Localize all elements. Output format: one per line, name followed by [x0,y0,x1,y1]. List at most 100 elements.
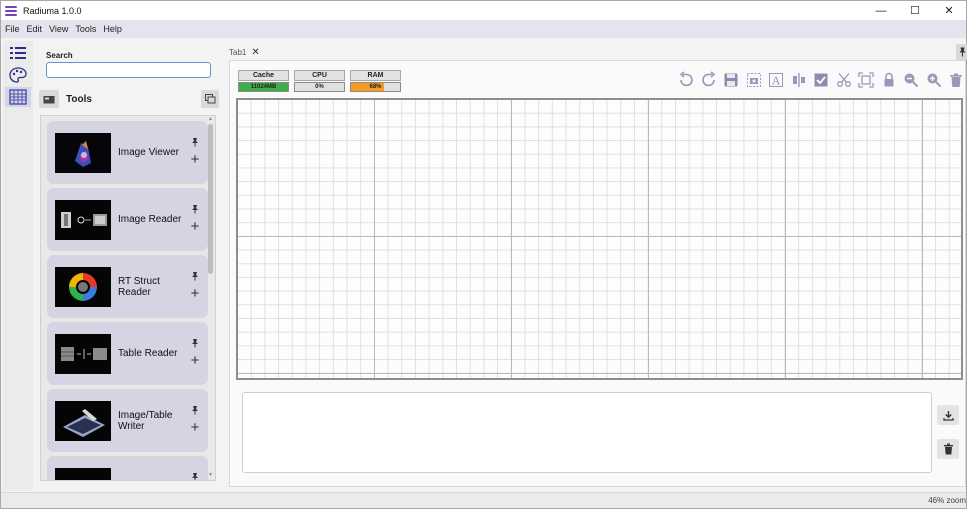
cpu-label: CPU [294,70,345,81]
tools-list[interactable]: Image Viewer + Image Reader + RT Struct … [40,115,216,481]
menu-bar: File Edit View Tools Help [1,20,966,38]
status-bar: 46% zoom [1,492,966,508]
title-bar: Radiuma 1.0.0 — ☐ ✕ [1,1,966,20]
check-icon[interactable] [810,69,832,91]
trash-icon[interactable] [945,69,967,91]
ram-meter: RAM 68% [350,70,401,92]
detach-panel-button[interactable] [201,90,219,108]
app-logo-icon [5,5,17,16]
tab-bar: Tab1 ✕ [227,44,967,60]
window-controls: — ☐ ✕ [864,1,966,20]
palette-icon[interactable] [5,65,31,85]
cache-meter: Cache 11024MB [238,70,289,92]
add-tool-icon[interactable]: + [188,152,202,167]
image-table-writer-thumbnail [55,401,111,441]
tools-panel: Search Tools Image Viewer + Image Reader… [36,47,219,487]
scissors-icon[interactable] [833,69,855,91]
grid-icon[interactable] [5,87,31,107]
menu-help[interactable]: Help [100,24,125,34]
tool-card-table-reader[interactable]: Table Reader + [47,322,208,385]
tool-name: Image Viewer [118,147,179,158]
download-log-button[interactable] [937,405,959,425]
add-tool-icon[interactable]: + [188,353,202,368]
download-icon [942,410,954,421]
table-reader-thumbnail [55,334,111,374]
zoom-in-icon[interactable] [923,69,945,91]
log-output[interactable] [242,392,932,473]
pin-icon [959,47,965,57]
cpu-bar: 0% [294,82,345,92]
detach-icon [204,94,215,104]
tool-card-image-reader[interactable]: Image Reader + [47,188,208,251]
pipeline-canvas[interactable] [236,98,963,380]
tool-name: RT Struct Reader [118,275,160,298]
pin-icon[interactable] [190,204,200,214]
zoom-level: 46% zoom [928,496,966,505]
scroll-down-icon[interactable]: ▼ [208,473,213,478]
tool-card-image-table-writer[interactable]: Image/Table Writer + [47,389,208,452]
tool-name: Image/Table Writer [118,409,173,432]
pin-icon[interactable] [190,137,200,147]
fit-icon[interactable] [855,69,877,91]
redo-icon[interactable] [698,69,720,91]
text-icon[interactable]: A [765,69,787,91]
align-icon[interactable] [788,69,810,91]
close-button[interactable]: ✕ [932,1,966,20]
pin-icon[interactable] [190,271,200,281]
tab-tab1[interactable]: Tab1 ✕ [229,45,260,59]
menu-tools[interactable]: Tools [72,24,99,34]
tab-label: Tab1 [229,47,247,57]
lock-icon[interactable] [878,69,900,91]
add-tool-icon[interactable]: + [188,286,202,301]
ram-label: RAM [350,70,401,81]
scroll-up-icon[interactable]: ▲ [208,117,213,122]
trash-icon [943,443,953,455]
tools-scrollbar[interactable]: ▲ ▼ [208,117,213,478]
ram-bar: 68% [350,82,401,92]
tool-card-image-viewer[interactable]: Image Viewer + [47,121,208,184]
zoom-out-icon[interactable] [900,69,922,91]
search-label: Search [46,51,73,60]
app-window: Radiuma 1.0.0 — ☐ ✕ File Edit View Tools… [0,0,967,509]
close-tab-icon[interactable]: ✕ [251,47,259,58]
save-icon[interactable] [720,69,742,91]
scroll-thumb[interactable] [208,124,213,274]
list-icon[interactable] [5,43,31,63]
side-rail [3,41,33,491]
minimize-button[interactable]: — [864,1,898,20]
pin-icon[interactable] [190,338,200,348]
cache-label: Cache [238,70,289,81]
cache-value: 11024MB [250,84,277,90]
pin-icon[interactable] [190,472,200,481]
cpu-meter: CPU 0% [294,70,345,92]
svg-text:A: A [771,75,781,88]
image-viewer-thumbnail [55,133,111,173]
rt-struct-reader-thumbnail [55,267,111,307]
dock-pin-button[interactable] [956,44,967,60]
workspace: Cache 11024MB CPU 0% RAM 68% A [229,60,966,487]
menu-edit[interactable]: Edit [24,24,46,34]
ram-value: 68% [369,84,382,90]
add-tool-icon[interactable]: + [188,420,202,435]
pin-icon[interactable] [190,405,200,415]
search-input[interactable] [46,62,211,78]
undo-icon[interactable] [675,69,697,91]
tool-card-rt-struct-reader[interactable]: RT Struct Reader + [47,255,208,318]
menu-file[interactable]: File [2,24,23,34]
toolbox-icon [39,90,59,108]
menu-view[interactable]: View [46,24,71,34]
cpu-value: 0% [315,84,324,90]
tools-header: Tools [39,88,219,110]
image-reader-thumbnail [55,200,111,240]
clear-log-button[interactable] [937,439,959,459]
window-title: Radiuma 1.0.0 [23,5,82,16]
tool-card-partial[interactable] [47,456,208,481]
maximize-button[interactable]: ☐ [898,1,932,20]
tool-thumbnail [55,468,111,480]
add-tool-icon[interactable]: + [188,219,202,234]
camera-icon[interactable] [743,69,765,91]
tools-title: Tools [66,93,92,105]
cache-bar: 11024MB [238,82,289,92]
tool-name: Image Reader [118,214,182,225]
canvas-toolbar: A [675,69,967,91]
